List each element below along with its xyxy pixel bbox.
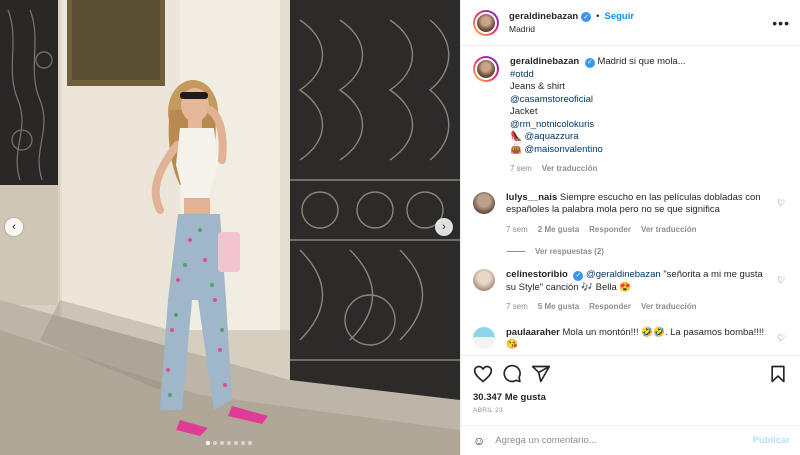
- caption-meta: 7 sem Ver traducción: [510, 163, 788, 176]
- caption-hashtag[interactable]: #otdd: [510, 69, 788, 82]
- carousel-dot: [227, 441, 231, 445]
- comments-list: geraldinebazan ✓ Madrid si que mola... #…: [461, 46, 800, 355]
- view-replies-button[interactable]: Ver respuestas (2): [507, 247, 788, 256]
- more-options-icon[interactable]: •••: [772, 15, 790, 31]
- publish-button[interactable]: Publicar: [753, 435, 791, 446]
- verified-badge-icon: ✓: [584, 58, 595, 69]
- translate-button[interactable]: Ver traducción: [641, 224, 697, 237]
- author-username[interactable]: geraldinebazan: [509, 11, 578, 22]
- carousel-dot: [220, 441, 224, 445]
- handbag-emoji: 👜: [510, 143, 522, 155]
- instagram-post: ‹ › geraldinebazan ✓ • Seguir Madrid •••…: [0, 0, 800, 455]
- translate-button[interactable]: Ver traducción: [641, 301, 697, 314]
- post-photo[interactable]: ‹ ›: [0, 0, 460, 455]
- comment-likes[interactable]: 2 Me gusta: [538, 224, 579, 237]
- photo-scene: [0, 0, 460, 455]
- avatar[interactable]: [473, 9, 499, 36]
- comment-time[interactable]: 7 sem: [506, 301, 528, 314]
- caption-mention[interactable]: @maisonvalentino: [524, 144, 602, 155]
- emoji-icon[interactable]: ☺: [473, 434, 485, 448]
- comment-username[interactable]: paulaaraher: [506, 327, 560, 338]
- replies-divider: [507, 251, 525, 252]
- carousel-dots: [206, 441, 252, 445]
- heel-emoji: 👠: [510, 131, 522, 142]
- reply-button[interactable]: Responder: [589, 301, 631, 314]
- comment-likes[interactable]: 5 Me gusta: [538, 301, 579, 314]
- heart-icon[interactable]: ♡: [774, 333, 788, 344]
- caption-line: Jacket: [510, 106, 538, 117]
- verified-badge-icon: ✓: [573, 271, 584, 282]
- comment: celinestoribio ✓ @geraldinebazan "señori…: [473, 269, 788, 314]
- heart-icon[interactable]: [473, 364, 493, 384]
- comment-mention[interactable]: @geraldinebazan: [586, 269, 661, 280]
- reply-button[interactable]: Responder: [589, 224, 631, 237]
- chevron-right-icon: ›: [442, 221, 446, 233]
- avatar[interactable]: [473, 326, 495, 349]
- verified-badge-icon: ✓: [581, 11, 592, 22]
- caption-text: Madrid si que mola...: [597, 56, 686, 67]
- chevron-left-icon: ‹: [12, 221, 16, 233]
- follow-button[interactable]: Seguir: [605, 11, 635, 22]
- carousel-dot: [206, 441, 210, 445]
- post-header: geraldinebazan ✓ • Seguir Madrid •••: [461, 0, 800, 46]
- carousel-dot: [248, 441, 252, 445]
- post-date[interactable]: ABRIL 23: [473, 407, 788, 414]
- caption-mention[interactable]: @casamstoreoficial: [510, 94, 788, 107]
- separator-dot: •: [596, 11, 600, 22]
- carousel-dot: [241, 441, 245, 445]
- heart-icon[interactable]: ♡: [774, 198, 788, 209]
- view-replies-label: Ver respuestas (2): [535, 247, 604, 256]
- heart-icon[interactable]: ♡: [774, 275, 788, 286]
- share-icon[interactable]: [531, 364, 551, 384]
- caption-time[interactable]: 7 sem: [510, 163, 532, 176]
- avatar[interactable]: [473, 56, 499, 82]
- carousel-prev-button[interactable]: ‹: [5, 218, 23, 236]
- avatar[interactable]: [473, 269, 495, 291]
- likes-count[interactable]: 30.347 Me gusta: [473, 392, 788, 403]
- avatar[interactable]: [473, 191, 495, 214]
- caption-username[interactable]: geraldinebazan: [510, 56, 579, 67]
- comment-icon[interactable]: [502, 364, 522, 384]
- caption-mention[interactable]: @aquazzura: [524, 131, 578, 142]
- carousel-next-button[interactable]: ›: [435, 218, 453, 236]
- translate-button[interactable]: Ver traducción: [542, 163, 598, 176]
- post-location[interactable]: Madrid: [509, 24, 772, 34]
- carousel-dot: [234, 441, 238, 445]
- add-comment-bar: ☺ Publicar: [461, 425, 800, 455]
- caption-mention[interactable]: @rm_notnicolokuris: [510, 119, 788, 132]
- comment: lulys__nais Siempre escucho en las pelíc…: [473, 191, 788, 237]
- comment-username[interactable]: celinestoribio: [506, 269, 568, 280]
- carousel-dot: [213, 441, 217, 445]
- caption-line: Jeans & shirt: [510, 81, 565, 92]
- comment-time[interactable]: 7 sem: [506, 224, 528, 237]
- post-panel: geraldinebazan ✓ • Seguir Madrid ••• ger…: [460, 0, 800, 455]
- comment-username[interactable]: lulys__nais: [506, 192, 557, 203]
- comment-input[interactable]: [495, 435, 753, 446]
- post-actions: 30.347 Me gusta ABRIL 23: [461, 355, 800, 425]
- caption: geraldinebazan ✓ Madrid si que mola... #…: [473, 56, 788, 176]
- bookmark-icon[interactable]: [768, 364, 788, 384]
- comment: paulaaraher Mola un montón!!! 🤣🤣. La pas…: [473, 326, 788, 352]
